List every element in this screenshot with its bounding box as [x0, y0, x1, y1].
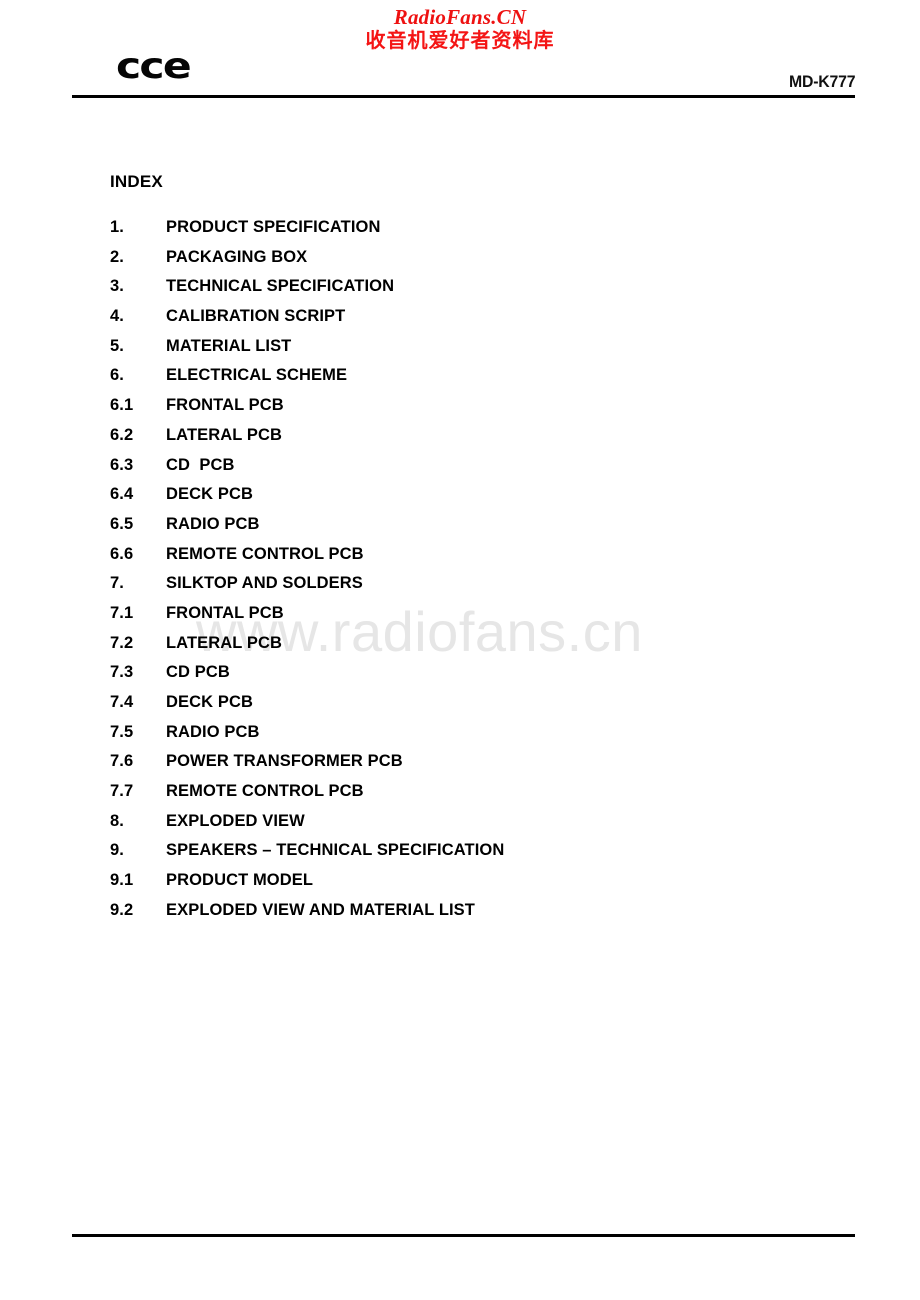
index-entry-number: 6.4	[110, 485, 134, 504]
index-entry-label: FRONTAL PCB	[166, 603, 284, 622]
index-entry-label: SILKTOP AND SOLDERS	[166, 574, 363, 593]
index-entry-number: 6.6	[110, 544, 134, 563]
index-entry-number: 7.4	[110, 693, 134, 711]
index-entry[interactable]: 7.5 RADIO PCB	[110, 723, 810, 753]
index-entry[interactable]: 7.1 FRONTAL PCB	[110, 604, 810, 634]
index-entry[interactable]: 6.6 REMOTE CONTROL PCB	[110, 545, 810, 575]
index-entry[interactable]: 3. TECHNICAL SPECIFICATION	[110, 277, 810, 307]
index-entry[interactable]: 7.2 LATERAL PCB	[110, 634, 810, 664]
index-entry-label: POWER TRANSFORMER PCB	[166, 752, 403, 771]
index-entry-number: 1.	[110, 218, 124, 236]
index-entry-label: LATERAL PCB	[166, 633, 282, 652]
watermark-latin-text: RadioFans.CN	[393, 5, 527, 29]
index-heading: INDEX	[110, 172, 163, 191]
index-entry-number: 6.5	[110, 514, 134, 533]
index-entry[interactable]: 2. PACKAGING BOX	[110, 248, 810, 278]
index-entry-number: 8.	[110, 811, 124, 830]
brand-logo: cce	[116, 46, 192, 87]
index-entry-label: RADIO PCB	[166, 722, 260, 741]
index-entry-number: 9.	[110, 841, 124, 860]
index-entry-number: 6.1	[110, 396, 134, 415]
index-entry[interactable]: 7.4 DECK PCB	[110, 693, 810, 723]
header-divider-rule	[72, 95, 855, 98]
index-entry-number: 5.	[110, 336, 124, 355]
index-entry-label: REMOTE CONTROL PCB	[166, 782, 364, 801]
index-entry-number: 2.	[110, 247, 124, 266]
index-entry-number: 9.2	[110, 900, 134, 919]
index-entry-number: 7.6	[110, 752, 134, 771]
model-number: MD-K777	[788, 72, 856, 91]
index-entry[interactable]: 9. SPEAKERS – TECHNICAL SPECIFICATION	[110, 841, 810, 871]
index-entry-number: 6.2	[110, 425, 134, 444]
index-entry[interactable]: 7.7 REMOTE CONTROL PCB	[110, 782, 810, 812]
index-entry-label: SPEAKERS – TECHNICAL SPECIFICATION	[166, 841, 505, 860]
index-entry-number: 9.1	[110, 871, 134, 890]
index-entry-label: EXPLODED VIEW AND MATERIAL LIST	[166, 900, 475, 919]
index-list: 1. PRODUCT SPECIFICATION 2. PACKAGING BOX 3.…	[110, 218, 810, 931]
index-entry-label: DECK PCB	[166, 693, 253, 711]
index-entry-number: 7.2	[110, 633, 134, 652]
document-page: RadioFans.CN 收音机爱好者资料库 cce MD-K777 www.r…	[0, 0, 920, 1300]
index-entry-label: CD PCB	[166, 663, 230, 682]
index-entry[interactable]: 9.1 PRODUCT MODEL	[110, 871, 810, 901]
index-entry[interactable]: 6.4 DECK PCB	[110, 485, 810, 515]
index-entry-label: REMOTE CONTROL PCB	[166, 544, 364, 563]
index-entry[interactable]: 8. EXPLODED VIEW	[110, 812, 810, 842]
index-entry-label: DECK PCB	[166, 485, 253, 504]
footer-divider-rule	[72, 1234, 855, 1237]
index-entry-number: 7.5	[110, 722, 134, 741]
index-entry-number: 6.	[110, 366, 124, 385]
scan-source-watermark: RadioFans.CN 收音机爱好者资料库	[0, 6, 920, 51]
index-entry[interactable]: 6.5 RADIO PCB	[110, 515, 810, 545]
index-entry-label: MATERIAL LIST	[166, 336, 292, 355]
index-entry-label: PRODUCT SPECIFICATION	[166, 218, 381, 236]
index-entry[interactable]: 9.2 EXPLODED VIEW AND MATERIAL LIST	[110, 901, 810, 931]
index-entry-label: CALIBRATION SCRIPT	[166, 307, 346, 326]
index-entry-label: PRODUCT MODEL	[166, 871, 314, 890]
index-entry-label: PACKAGING BOX	[166, 247, 308, 266]
index-entry-number: 4.	[110, 307, 124, 326]
index-entry-label: EXPLODED VIEW	[166, 811, 305, 830]
index-entry-label: ELECTRICAL SCHEME	[166, 366, 348, 385]
index-entry[interactable]: 7.6 POWER TRANSFORMER PCB	[110, 752, 810, 782]
index-entry-label: LATERAL PCB	[166, 425, 282, 444]
index-entry-number: 7.1	[110, 603, 134, 622]
index-entry[interactable]: 7.3 CD PCB	[110, 663, 810, 693]
index-entry[interactable]: 7. SILKTOP AND SOLDERS	[110, 574, 810, 604]
index-entry-number: 6.3	[110, 455, 134, 474]
index-entry[interactable]: 6.1 FRONTAL PCB	[110, 396, 810, 426]
index-entry-number: 7.7	[110, 782, 134, 801]
index-entry-label: CD PCB	[166, 455, 235, 474]
index-entry[interactable]: 4. CALIBRATION SCRIPT	[110, 307, 810, 337]
index-entry-number: 3.	[110, 277, 124, 296]
index-entry-number: 7.3	[110, 663, 134, 682]
index-entry[interactable]: 1. PRODUCT SPECIFICATION	[110, 218, 810, 248]
index-entry-label: FRONTAL PCB	[166, 396, 284, 415]
index-entry[interactable]: 5. MATERIAL LIST	[110, 337, 810, 367]
index-entry[interactable]: 6.3 CD PCB	[110, 456, 810, 486]
index-entry-label: TECHNICAL SPECIFICATION	[166, 277, 395, 296]
index-entry[interactable]: 6.2 LATERAL PCB	[110, 426, 810, 456]
index-entry-label: RADIO PCB	[166, 514, 260, 533]
index-entry-number: 7.	[110, 574, 124, 593]
index-entry[interactable]: 6. ELECTRICAL SCHEME	[110, 366, 810, 396]
